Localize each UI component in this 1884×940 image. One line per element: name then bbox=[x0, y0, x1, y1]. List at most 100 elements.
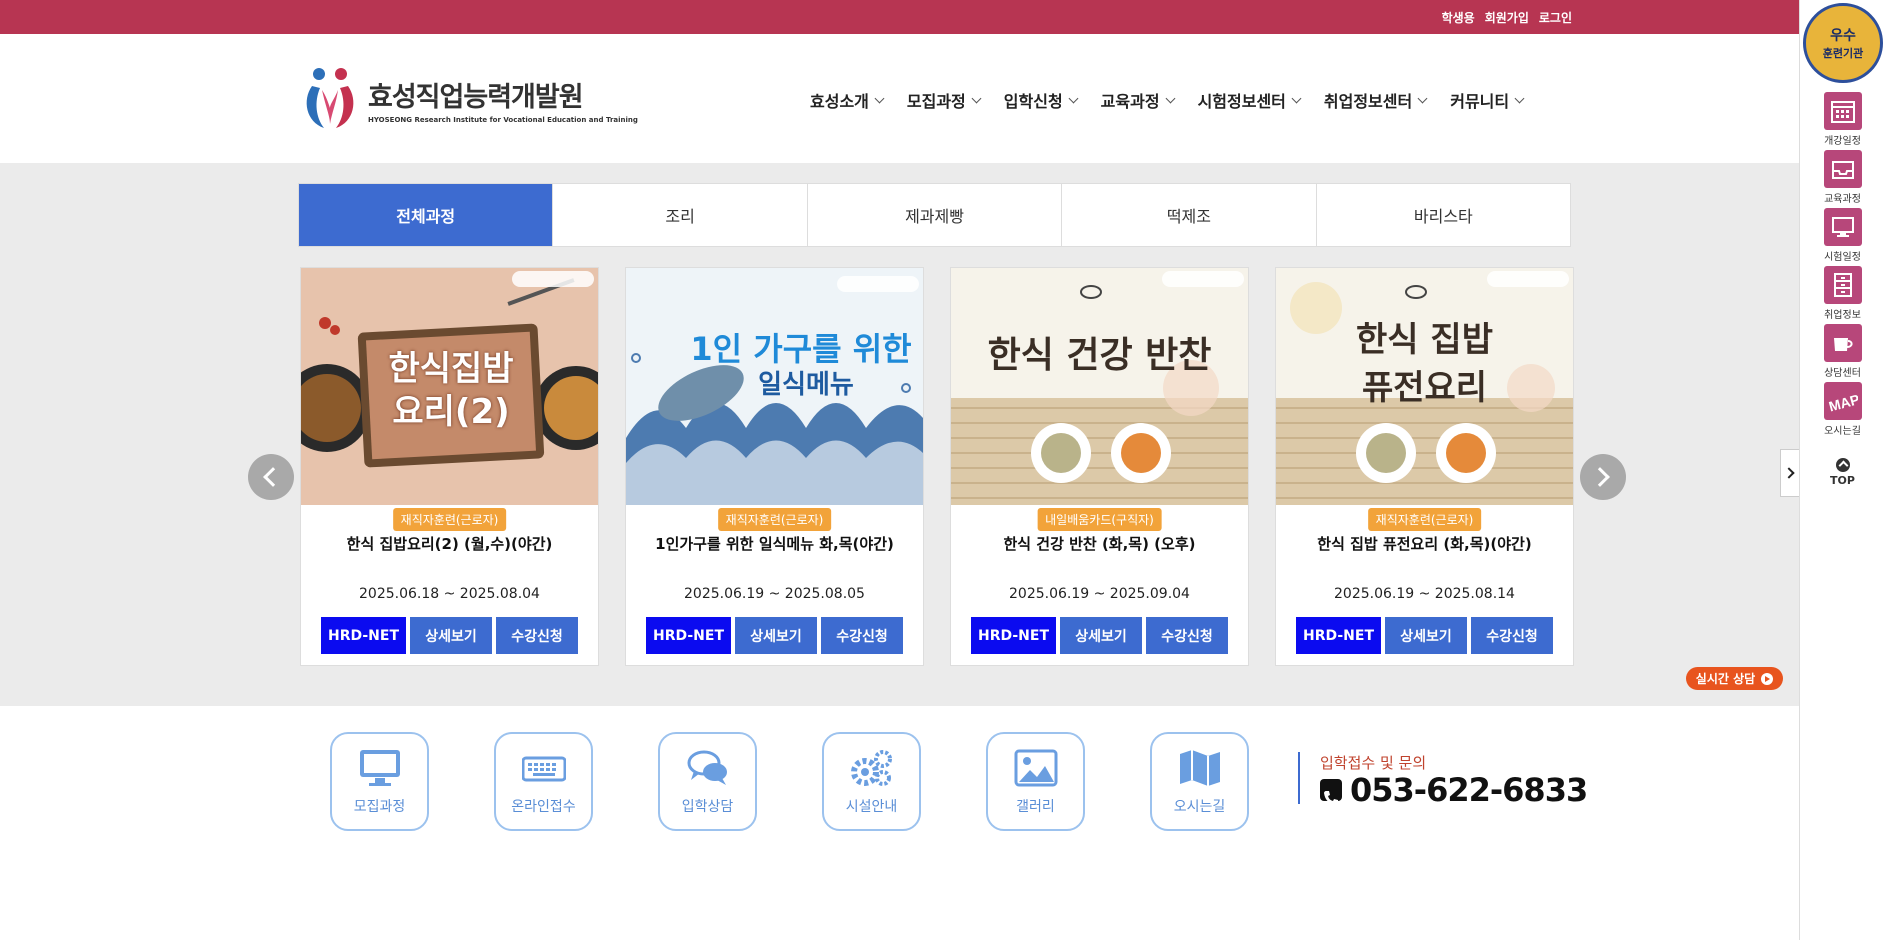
tab-barista[interactable]: 바리스타 bbox=[1317, 184, 1570, 246]
hrd-net-button[interactable]: HRD-NET bbox=[1296, 617, 1381, 654]
course-thumbnail[interactable]: 한식집밥 요리(2) bbox=[301, 268, 598, 505]
quick-online-apply[interactable]: 온라인접수 bbox=[494, 732, 593, 831]
side-item-courses[interactable]: 교육과정 bbox=[1800, 150, 1884, 208]
course-actions: HRD-NET 상세보기 수강신청 bbox=[1276, 617, 1573, 654]
side-item-exams[interactable]: 시험일정 bbox=[1800, 208, 1884, 266]
tab-all[interactable]: 전체과정 bbox=[299, 184, 554, 246]
tab-bakery[interactable]: 제과제빵 bbox=[808, 184, 1063, 246]
map-icon: MAP bbox=[1828, 391, 1858, 414]
course-card[interactable]: 1인 가구를 위한 일식메뉴 재직자훈련(근로자) 1인가구를 위한 일식메뉴 … bbox=[625, 267, 924, 666]
side-item-schedule[interactable]: 개강일정 bbox=[1800, 92, 1884, 150]
detail-button[interactable]: 상세보기 bbox=[410, 617, 492, 654]
course-date: 2025.06.18 ~ 2025.08.04 bbox=[359, 586, 540, 602]
thumbnail-subtext: 퓨전요리 bbox=[1361, 368, 1488, 408]
quick-consult[interactable]: 입학상담 bbox=[658, 732, 757, 831]
course-date: 2025.06.19 ~ 2025.08.05 bbox=[684, 586, 865, 602]
signup-link[interactable]: 회원가입 bbox=[1485, 9, 1529, 26]
nav-admission[interactable]: 입학신청 bbox=[1004, 88, 1079, 112]
quick-recruit[interactable]: 모집과정 bbox=[330, 732, 429, 831]
logo-subtitle: HYOSEONG Research Institute for Vocation… bbox=[368, 115, 638, 124]
map-icon bbox=[1179, 749, 1220, 786]
chevron-down-icon bbox=[971, 93, 982, 103]
gears-icon bbox=[850, 749, 892, 786]
quick-menu: 모집과정 온라인접수 입학상담 시설안내 갤러리 오시는길 bbox=[330, 732, 1249, 831]
nav-intro[interactable]: 효성소개 bbox=[810, 88, 885, 112]
monitor-icon bbox=[359, 749, 400, 786]
apply-button[interactable]: 수강신청 bbox=[1471, 617, 1553, 654]
course-title[interactable]: 한식 집밥 퓨전요리 (화,목)(야간) bbox=[1276, 533, 1573, 554]
course-thumbnail[interactable]: 1인 가구를 위한 일식메뉴 bbox=[626, 268, 923, 505]
course-actions: HRD-NET 상세보기 수강신청 bbox=[626, 617, 923, 654]
detail-button[interactable]: 상세보기 bbox=[735, 617, 817, 654]
contact-info: 입학접수 및 문의 053-622-6833 bbox=[1298, 752, 1588, 809]
institute-stamp-icon bbox=[837, 276, 919, 292]
chevron-down-icon bbox=[874, 93, 885, 103]
sidebar-toggle-button[interactable] bbox=[1780, 449, 1800, 497]
course-actions: HRD-NET 상세보기 수강신청 bbox=[951, 617, 1248, 654]
course-card[interactable]: 한식 건강 반찬 내일배움카드(구직자) 한식 건강 반찬 (화,목) (오후)… bbox=[950, 267, 1249, 666]
main-nav: 효성소개 모집과정 입학신청 교육과정 시험정보센터 취업정보센터 커뮤니티 bbox=[810, 88, 1547, 112]
image-icon bbox=[1014, 749, 1057, 786]
side-menu: 개강일정 교육과정 시험일정 취업정보 상담센터 MAP 오시는길 bbox=[1800, 92, 1884, 440]
carousel-next-button[interactable] bbox=[1580, 454, 1626, 500]
nav-community[interactable]: 커뮤니티 bbox=[1450, 88, 1525, 112]
play-icon bbox=[1761, 672, 1774, 685]
logo-icon bbox=[300, 64, 360, 134]
monitor-icon bbox=[1831, 217, 1854, 237]
scroll-top-button[interactable]: TOP bbox=[1800, 458, 1884, 487]
course-title[interactable]: 한식 집밥요리(2) (월,수)(야간) bbox=[301, 533, 598, 554]
chevron-down-icon bbox=[1068, 93, 1079, 103]
side-item-directions[interactable]: MAP 오시는길 bbox=[1800, 382, 1884, 440]
phone-icon bbox=[1320, 779, 1342, 805]
quick-gallery[interactable]: 갤러리 bbox=[986, 732, 1085, 831]
quick-directions[interactable]: 오시는길 bbox=[1150, 732, 1249, 831]
apply-button[interactable]: 수강신청 bbox=[821, 617, 903, 654]
institute-stamp-icon bbox=[512, 271, 594, 287]
course-thumbnail[interactable]: 한식 집밥 퓨전요리 bbox=[1276, 268, 1573, 505]
nav-recruit[interactable]: 모집과정 bbox=[907, 88, 982, 112]
detail-button[interactable]: 상세보기 bbox=[1385, 617, 1467, 654]
live-chat-button[interactable]: 실시간 상담 bbox=[1686, 667, 1783, 690]
tab-cooking[interactable]: 조리 bbox=[553, 184, 808, 246]
side-item-jobs[interactable]: 취업정보 bbox=[1800, 266, 1884, 324]
course-card[interactable]: 한식 집밥 퓨전요리 재직자훈련(근로자) 한식 집밥 퓨전요리 (화,목)(야… bbox=[1275, 267, 1574, 666]
apply-button[interactable]: 수강신청 bbox=[1146, 617, 1228, 654]
thumbnail-text: 한식집밥 요리(2) bbox=[388, 349, 514, 432]
course-thumbnail[interactable]: 한식 건강 반찬 bbox=[951, 268, 1248, 505]
course-type-badge: 재직자훈련(근로자) bbox=[392, 508, 507, 531]
hrd-net-button[interactable]: HRD-NET bbox=[971, 617, 1056, 654]
top-bar: 학생용 회원가입 로그인 bbox=[0, 0, 1799, 34]
tab-rice-cake[interactable]: 떡제조 bbox=[1062, 184, 1317, 246]
logo[interactable]: 효성직업능력개발원 HYOSEONG Research Institute fo… bbox=[300, 64, 638, 134]
header: 효성직업능력개발원 HYOSEONG Research Institute fo… bbox=[0, 34, 1799, 163]
course-title[interactable]: 1인가구를 위한 일식메뉴 화,목(야간) bbox=[626, 533, 923, 554]
hrd-net-button[interactable]: HRD-NET bbox=[321, 617, 406, 654]
chat-bubbles-icon bbox=[687, 750, 727, 785]
student-link[interactable]: 학생용 bbox=[1442, 9, 1475, 26]
apply-button[interactable]: 수강신청 bbox=[496, 617, 578, 654]
inbox-icon bbox=[1831, 161, 1854, 179]
keyboard-icon bbox=[521, 756, 566, 781]
course-date: 2025.06.19 ~ 2025.09.04 bbox=[1009, 586, 1190, 602]
thumbnail-text: 한식 집밥 bbox=[1356, 320, 1493, 360]
login-link[interactable]: 로그인 bbox=[1539, 9, 1572, 26]
contact-phone[interactable]: 053-622-6833 bbox=[1320, 771, 1588, 809]
detail-button[interactable]: 상세보기 bbox=[1060, 617, 1142, 654]
nav-job-center[interactable]: 취업정보센터 bbox=[1324, 88, 1428, 112]
side-item-counseling[interactable]: 상담센터 bbox=[1800, 324, 1884, 382]
course-tabs: 전체과정 조리 제과제빵 떡제조 바리스타 bbox=[298, 183, 1571, 247]
course-carousel: 한식집밥 요리(2) 재직자훈련(근로자) 한식 집밥요리(2) (월,수)(야… bbox=[300, 267, 1576, 667]
institute-stamp-icon bbox=[1487, 271, 1569, 287]
thumbnail-subtext: 일식메뉴 bbox=[758, 370, 854, 400]
hrd-net-button[interactable]: HRD-NET bbox=[646, 617, 731, 654]
carousel-prev-button[interactable] bbox=[248, 454, 294, 500]
course-title[interactable]: 한식 건강 반찬 (화,목) (오후) bbox=[951, 533, 1248, 554]
quick-facility[interactable]: 시설안내 bbox=[822, 732, 921, 831]
chevron-down-icon bbox=[1165, 93, 1176, 103]
course-card[interactable]: 한식집밥 요리(2) 재직자훈련(근로자) 한식 집밥요리(2) (월,수)(야… bbox=[300, 267, 599, 666]
course-date: 2025.06.19 ~ 2025.08.14 bbox=[1334, 586, 1515, 602]
nav-courses[interactable]: 교육과정 bbox=[1101, 88, 1176, 112]
live-chat-label: 실시간 상담 bbox=[1695, 672, 1756, 686]
svg-text:MAP: MAP bbox=[1828, 391, 1858, 414]
nav-exam-center[interactable]: 시험정보센터 bbox=[1198, 88, 1302, 112]
